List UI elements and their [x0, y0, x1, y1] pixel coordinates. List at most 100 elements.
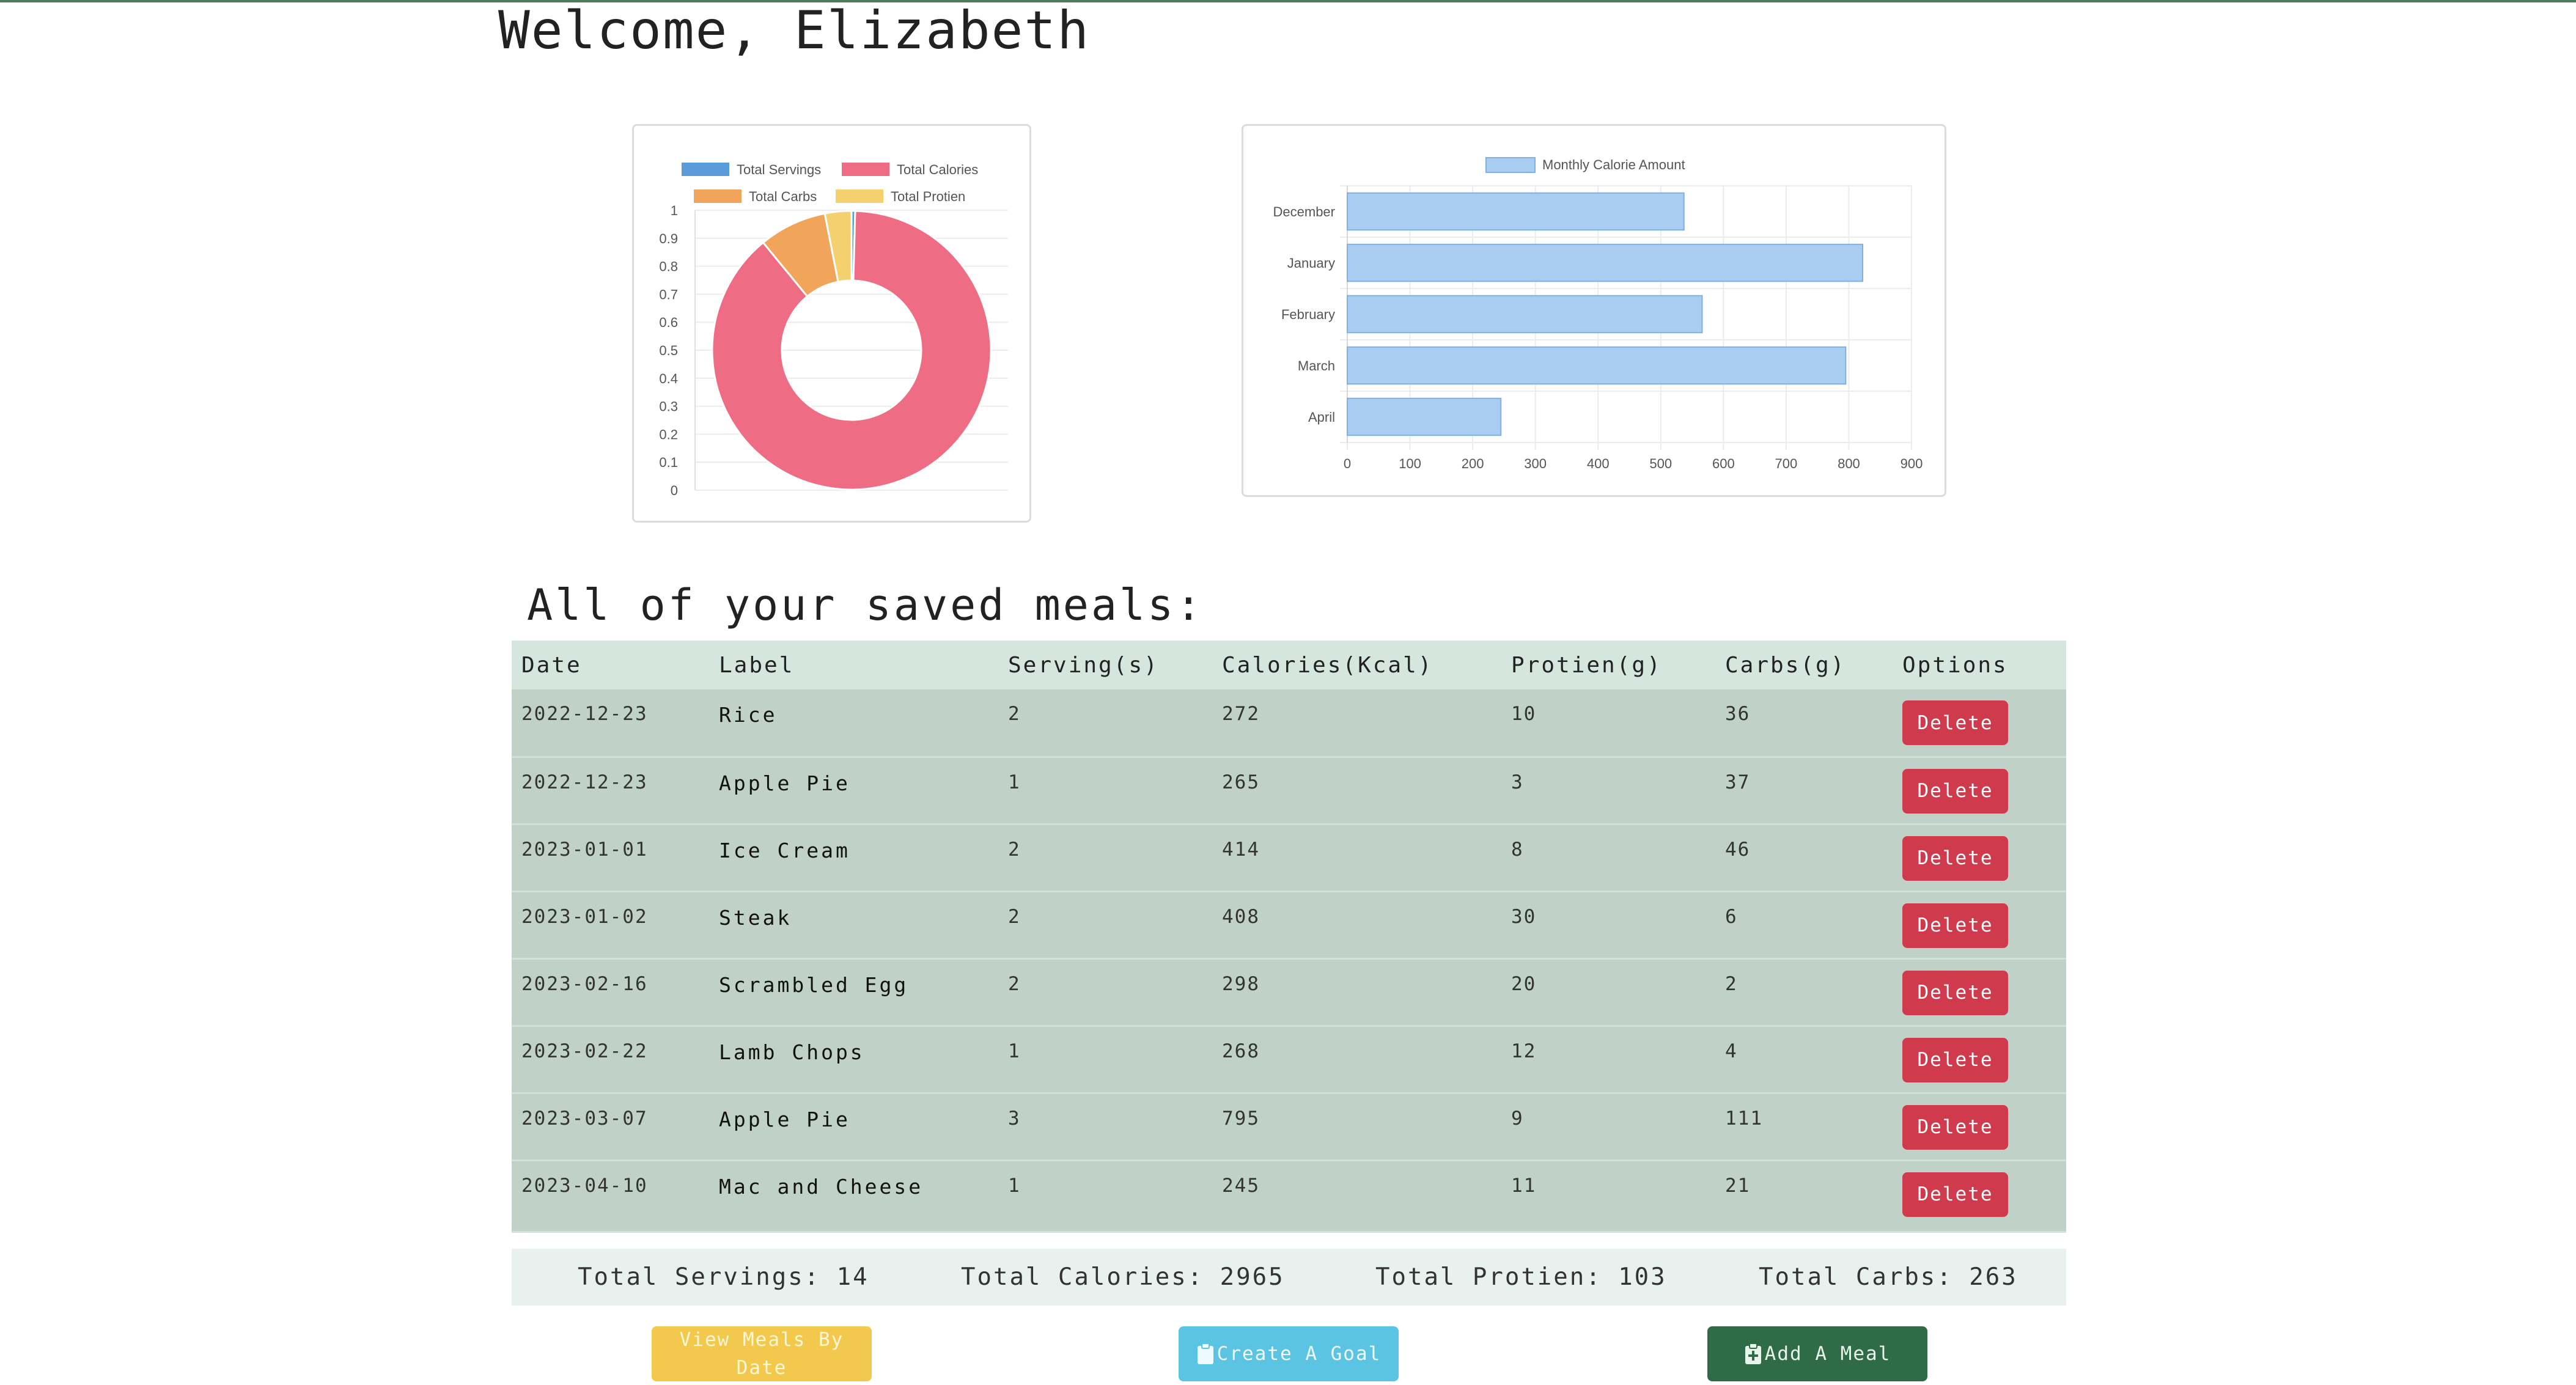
table-row: 2023-01-01 Ice Cream 2 414 8 46 Delete [512, 824, 2066, 892]
add-meal-button[interactable]: Add A Meal [1707, 1326, 1927, 1381]
meal-protien: 12 [1501, 1026, 1715, 1094]
legend-label: Total Carbs [749, 189, 817, 204]
total-calories: Total Calories: 2965 [961, 1263, 1285, 1291]
x-tick-label: 300 [1524, 456, 1547, 471]
meal-protien: 11 [1501, 1160, 1715, 1233]
x-tick-label: 200 [1462, 456, 1484, 471]
meal-protien: 20 [1501, 958, 1715, 1027]
table-row: 2023-01-02 Steak 2 408 30 6 Delete [512, 891, 2066, 960]
delete-button[interactable]: Delete [1902, 903, 2008, 948]
meal-options: Delete [1893, 1093, 2066, 1161]
meal-label: Steak [709, 891, 998, 960]
meal-date: 2022-12-23 [512, 757, 709, 825]
meal-date: 2023-01-02 [512, 891, 709, 960]
meal-servings: 3 [998, 1093, 1212, 1161]
y-tick-label: 0.8 [659, 259, 678, 274]
legend-label: Total Calories [897, 162, 978, 177]
column-header-options: Options [1902, 652, 2008, 678]
x-tick-label: 900 [1901, 456, 1923, 471]
table-row: 2022-12-23 Apple Pie 1 265 3 37 Delete [512, 757, 2066, 825]
bar [1347, 295, 1703, 334]
delete-button[interactable]: Delete [1902, 768, 2008, 814]
delete-button[interactable]: Delete [1902, 1104, 2008, 1150]
meal-servings: 1 [998, 1026, 1212, 1094]
meal-calories: 414 [1212, 824, 1501, 892]
column-header-label: Label [719, 652, 795, 678]
x-tick-label: 0 [1344, 456, 1351, 471]
y-tick-label: 0.2 [659, 427, 678, 442]
meal-servings: 1 [998, 1160, 1212, 1233]
meal-options: Delete [1893, 689, 2066, 758]
legend-swatch [836, 189, 883, 203]
meal-servings: 2 [998, 891, 1212, 960]
table-header-row: Date Label Serving(s) Calories(Kcal) Pro… [512, 641, 2066, 689]
bar-chart-svg: Monthly Calorie Amount 0 100 200 300 400 500 60… [1273, 157, 1923, 471]
category-label: April [1308, 410, 1335, 425]
meal-calories: 268 [1212, 1026, 1501, 1094]
meal-label: Ice Cream [709, 824, 998, 892]
category-label: March [1298, 358, 1335, 373]
category-label: February [1281, 307, 1335, 322]
meal-protien: 3 [1501, 757, 1715, 825]
y-tick-label: 0.3 [659, 399, 678, 414]
doughnut-chart-svg: Total Servings Total Calories Total Carbs T… [659, 162, 1008, 498]
clipboard-icon [1197, 1343, 1213, 1364]
meal-servings: 2 [998, 689, 1212, 758]
x-tick-label: 400 [1587, 456, 1610, 471]
meal-protien: 30 [1501, 891, 1715, 960]
meal-options: Delete [1893, 824, 2066, 892]
view-meals-by-date-button[interactable]: View Meals By Date [652, 1326, 872, 1381]
x-tick-label: 100 [1399, 456, 1421, 471]
add-meal-label: Add A Meal [1764, 1343, 1891, 1365]
meal-carbs: 6 [1715, 891, 1893, 960]
meal-label: Lamb Chops [709, 1026, 998, 1094]
delete-button[interactable]: Delete [1902, 970, 2008, 1015]
legend-label: Monthly Calorie Amount [1542, 157, 1685, 172]
y-tick-label: 0.7 [659, 287, 678, 302]
welcome-heading: Welcome, Elizabeth [498, 0, 1090, 61]
x-tick-label: 600 [1712, 456, 1735, 471]
bar [1347, 243, 1864, 282]
meal-label: Rice [709, 689, 998, 758]
delete-button[interactable]: Delete [1902, 700, 2008, 745]
bar [1347, 192, 1685, 231]
table-row: 2022-12-23 Rice 2 272 10 36 Delete [512, 689, 2066, 758]
meal-servings: 2 [998, 958, 1212, 1027]
view-meals-by-date-label: View Meals By Date [679, 1329, 844, 1379]
meal-carbs: 21 [1715, 1160, 1893, 1233]
column-header-date: Date [521, 652, 582, 678]
table-row: 2023-02-16 Scrambled Egg 2 298 20 2 Delete [512, 958, 2066, 1027]
y-tick-label: 0.4 [659, 371, 678, 386]
y-tick-label: 0.1 [659, 455, 678, 470]
meal-date: 2023-01-01 [512, 824, 709, 892]
delete-button[interactable]: Delete [1902, 1172, 2008, 1217]
meal-servings: 2 [998, 824, 1212, 892]
table-row: 2023-04-10 Mac and Cheese 1 245 11 21 Delete [512, 1160, 2066, 1233]
y-tick-label: 0 [671, 483, 678, 498]
category-label: January [1287, 255, 1335, 271]
legend-label: Total Protien [891, 189, 965, 204]
column-header-calories: Calories(Kcal) [1222, 652, 1433, 678]
create-goal-label: Create A Goal [1216, 1343, 1382, 1365]
x-tick-label: 700 [1775, 456, 1798, 471]
total-protien: Total Protien: 103 [1375, 1263, 1667, 1291]
y-tick-label: 0.6 [659, 315, 678, 330]
meal-label: Apple Pie [709, 757, 998, 825]
meal-calories: 298 [1212, 958, 1501, 1027]
y-tick-label: 0.5 [659, 343, 678, 358]
meal-calories: 245 [1212, 1160, 1501, 1233]
meal-carbs: 2 [1715, 958, 1893, 1027]
create-goal-button[interactable]: Create A Goal [1179, 1326, 1399, 1381]
delete-button[interactable]: Delete [1902, 1037, 2008, 1082]
table-row: 2023-02-22 Lamb Chops 1 268 12 4 Delete [512, 1026, 2066, 1094]
legend-swatch [1485, 157, 1536, 173]
total-carbs: Total Carbs: 263 [1759, 1263, 2018, 1291]
meal-label: Scrambled Egg [709, 958, 998, 1027]
y-tick-label: 0.9 [659, 231, 678, 246]
column-header-protien: Protien(g) [1511, 652, 1662, 678]
delete-button[interactable]: Delete [1902, 836, 2008, 881]
legend-swatch [842, 163, 889, 176]
nutrition-doughnut-chart: Total Servings Total Calories Total Carbs T… [632, 124, 1031, 523]
meal-calories: 795 [1212, 1093, 1501, 1161]
meal-label: Apple Pie [709, 1093, 998, 1161]
